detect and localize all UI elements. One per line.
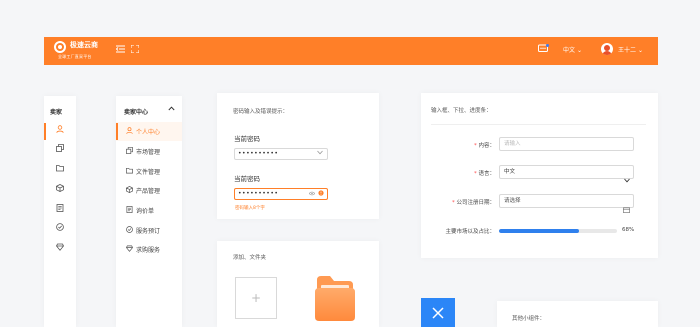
chevron-up-icon[interactable] — [168, 105, 175, 113]
message-icon[interactable] — [538, 44, 549, 56]
nav-item-market-management[interactable]: 市场管理 — [126, 147, 160, 156]
other-widgets-label: 其他小组件： — [512, 316, 546, 322]
nav-item-product-management[interactable]: 产品管理 — [126, 186, 160, 195]
chevron-down-icon: ⌄ — [576, 47, 582, 54]
username: 王十二 — [618, 47, 637, 54]
nav-item-inquiry[interactable]: 询价单 — [126, 206, 154, 215]
nav-item-label: 个人中心 — [136, 129, 161, 136]
nav-item-purchase-service[interactable]: 求购服务 — [126, 245, 160, 254]
add-file-button[interactable]: + — [235, 277, 277, 319]
nav-item-label: 文件管理 — [136, 169, 161, 176]
check-circle-icon — [126, 226, 136, 235]
password-error-text: 密码输入8个字 — [235, 206, 265, 211]
close-icon — [432, 307, 444, 319]
seller-center-heading[interactable]: 卖家中心 — [124, 107, 148, 116]
box-icon — [126, 186, 136, 195]
cube-icon[interactable] — [54, 144, 66, 156]
nav-item-label: 市场管理 — [136, 149, 161, 156]
folder-icon — [126, 167, 136, 176]
diamond-icon[interactable] — [54, 243, 66, 255]
user-icon — [126, 127, 136, 136]
avatar[interactable] — [601, 43, 613, 55]
diamond-icon — [126, 245, 136, 254]
nav-item-label: 产品管理 — [136, 188, 161, 195]
brand-subtitle: 全球工厂直采平台 — [58, 54, 92, 59]
nav-item-file-management[interactable]: 文件管理 — [126, 167, 160, 176]
content-placeholder: 请输入 — [504, 141, 521, 147]
nav-item-service-booking[interactable]: 服务预订 — [126, 226, 160, 235]
fullscreen-icon[interactable] — [130, 44, 140, 55]
menu-toggle-icon[interactable] — [115, 45, 125, 55]
nav-item-label: 服务预订 — [136, 228, 161, 235]
rail-title: 卖家 — [50, 109, 63, 116]
rail-active-indicator — [44, 123, 46, 140]
language-label: 中文 — [563, 47, 576, 54]
logo-icon[interactable] — [54, 41, 66, 53]
password-section-label: 密码输入及错误提示： — [233, 109, 289, 115]
chevron-down-icon[interactable] — [624, 168, 630, 187]
nav-active-indicator — [116, 123, 118, 140]
current-password-input[interactable]: •••••••••• — [234, 148, 328, 160]
cube-icon — [126, 147, 136, 156]
password-value: •••••••••• — [238, 150, 279, 157]
document-icon — [126, 206, 136, 215]
chevron-down-icon: ⌄ — [637, 47, 643, 54]
market-share-progress — [499, 229, 617, 233]
brand-title[interactable]: 极速云商 — [70, 40, 98, 50]
user-menu[interactable]: 王十二 ⌄ — [618, 45, 643, 54]
nav-item-label: 询价单 — [136, 208, 155, 215]
language-switch[interactable]: 中文 ⌄ — [563, 45, 582, 54]
chevron-down-icon[interactable] — [317, 149, 323, 159]
upload-section-label: 添加、文件夹 — [233, 255, 267, 261]
content-label: * 内容： — [473, 143, 495, 149]
language-field-label: * 语言： — [473, 171, 495, 177]
new-password-label: 当前密码 — [234, 175, 260, 183]
date-placeholder: 请选择 — [504, 198, 521, 204]
plus-icon: + — [250, 291, 262, 305]
form-section-label: 输入框、下拉、进度条： — [431, 108, 492, 114]
language-select-value: 中文 — [504, 169, 516, 175]
nav-item-label: 求购服务 — [136, 247, 161, 254]
box-icon[interactable] — [54, 184, 66, 196]
date-picker[interactable]: 请选择 — [499, 194, 634, 208]
eye-icon[interactable] — [308, 190, 316, 200]
user-icon[interactable] — [54, 125, 66, 137]
folder-icon[interactable] — [54, 164, 66, 176]
folder-icon[interactable] — [315, 276, 355, 321]
check-circle-icon[interactable] — [54, 223, 66, 235]
nav-item-personal-center[interactable]: 个人中心 — [126, 127, 160, 136]
error-icon — [318, 190, 324, 200]
progress-fill — [499, 229, 580, 233]
language-select[interactable]: 中文 — [499, 165, 634, 179]
progress-percent: 68% — [622, 227, 635, 233]
date-label: * 公司注册日期： — [451, 200, 495, 206]
close-button[interactable] — [421, 298, 455, 327]
calendar-icon[interactable] — [623, 198, 630, 217]
content-input[interactable]: 请输入 — [499, 137, 634, 151]
market-share-label: 主要市场以及占比： — [445, 229, 495, 235]
current-password-label: 当前密码 — [234, 135, 260, 143]
password-value: •••••••••• — [238, 190, 279, 197]
divider — [431, 124, 646, 125]
document-icon[interactable] — [54, 204, 66, 216]
